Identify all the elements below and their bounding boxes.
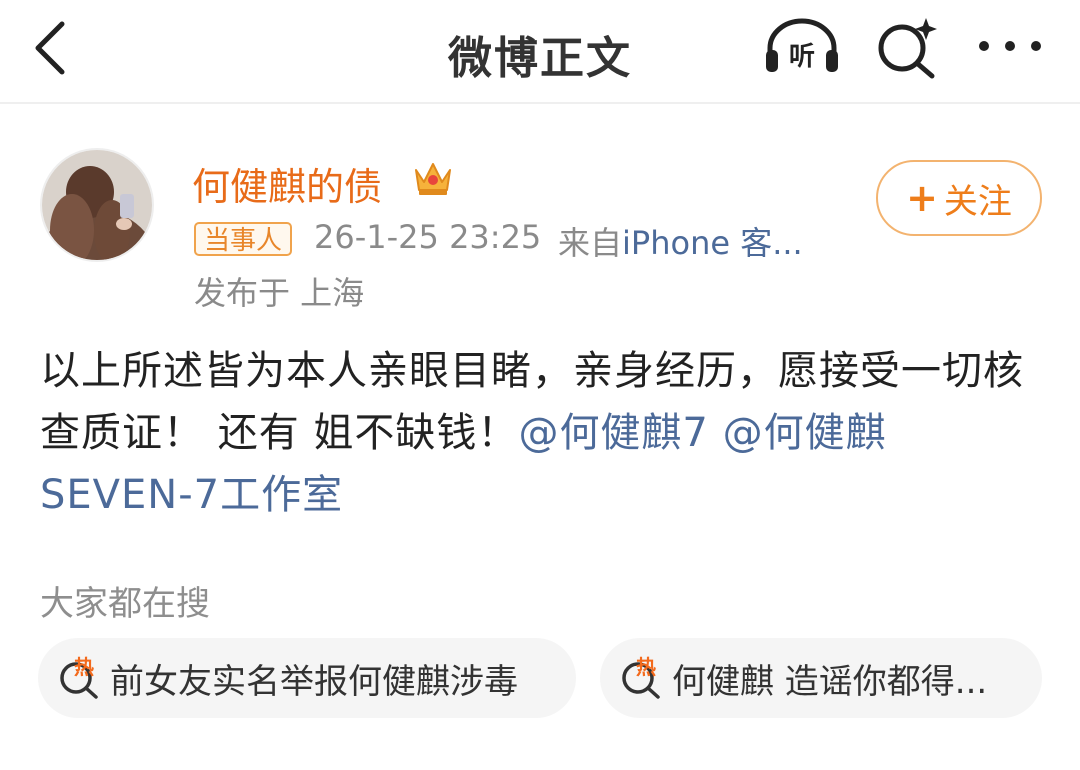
listen-label: 听 [789,42,815,72]
source-prefix: 来自 [558,224,623,262]
plus-icon: + [906,176,938,220]
top-nav-bar: 微博正文 听 [0,0,1080,104]
more-icon[interactable] [972,24,1048,68]
search-sparkle-icon[interactable] [874,14,940,80]
trending-chip[interactable]: 热 何健麒 造谣你都得... [600,638,1042,718]
post-location: 发布于 上海 [194,274,365,312]
hot-search-icon: 热 [58,655,102,700]
avatar[interactable] [40,148,154,262]
trending-title: 大家都在搜 [40,584,210,624]
headphones-icon[interactable]: 听 [762,16,842,76]
follow-button[interactable]: + 关注 [876,160,1042,236]
party-badge: 当事人 [194,222,293,256]
mention-link[interactable]: @何健麒7 [518,410,708,456]
post-body: 以上所述皆为本人亲眼目睹，亲身经历，愿接受一切核查质证！ 还有 姐不缺钱！@何健… [40,340,1040,526]
trending-chip-label: 何健麒 造谣你都得... [672,661,988,702]
trending-chip-label: 前女友实名举报何健麒涉毒 [110,661,518,702]
source-device[interactable]: iPhone 客... [622,224,803,262]
hot-search-icon: 热 [620,655,664,700]
post-source: 来自iPhone 客... [558,218,803,264]
author-name[interactable]: 何健麒的债 [192,156,382,211]
post-time: 26-1-25 23:25 [314,218,542,256]
follow-label: 关注 [943,181,1012,222]
trending-chip[interactable]: 热 前女友实名举报何健麒涉毒 [38,638,576,718]
crown-icon [412,158,454,198]
hot-label: 热 [74,656,94,679]
hot-label: 热 [636,656,656,679]
